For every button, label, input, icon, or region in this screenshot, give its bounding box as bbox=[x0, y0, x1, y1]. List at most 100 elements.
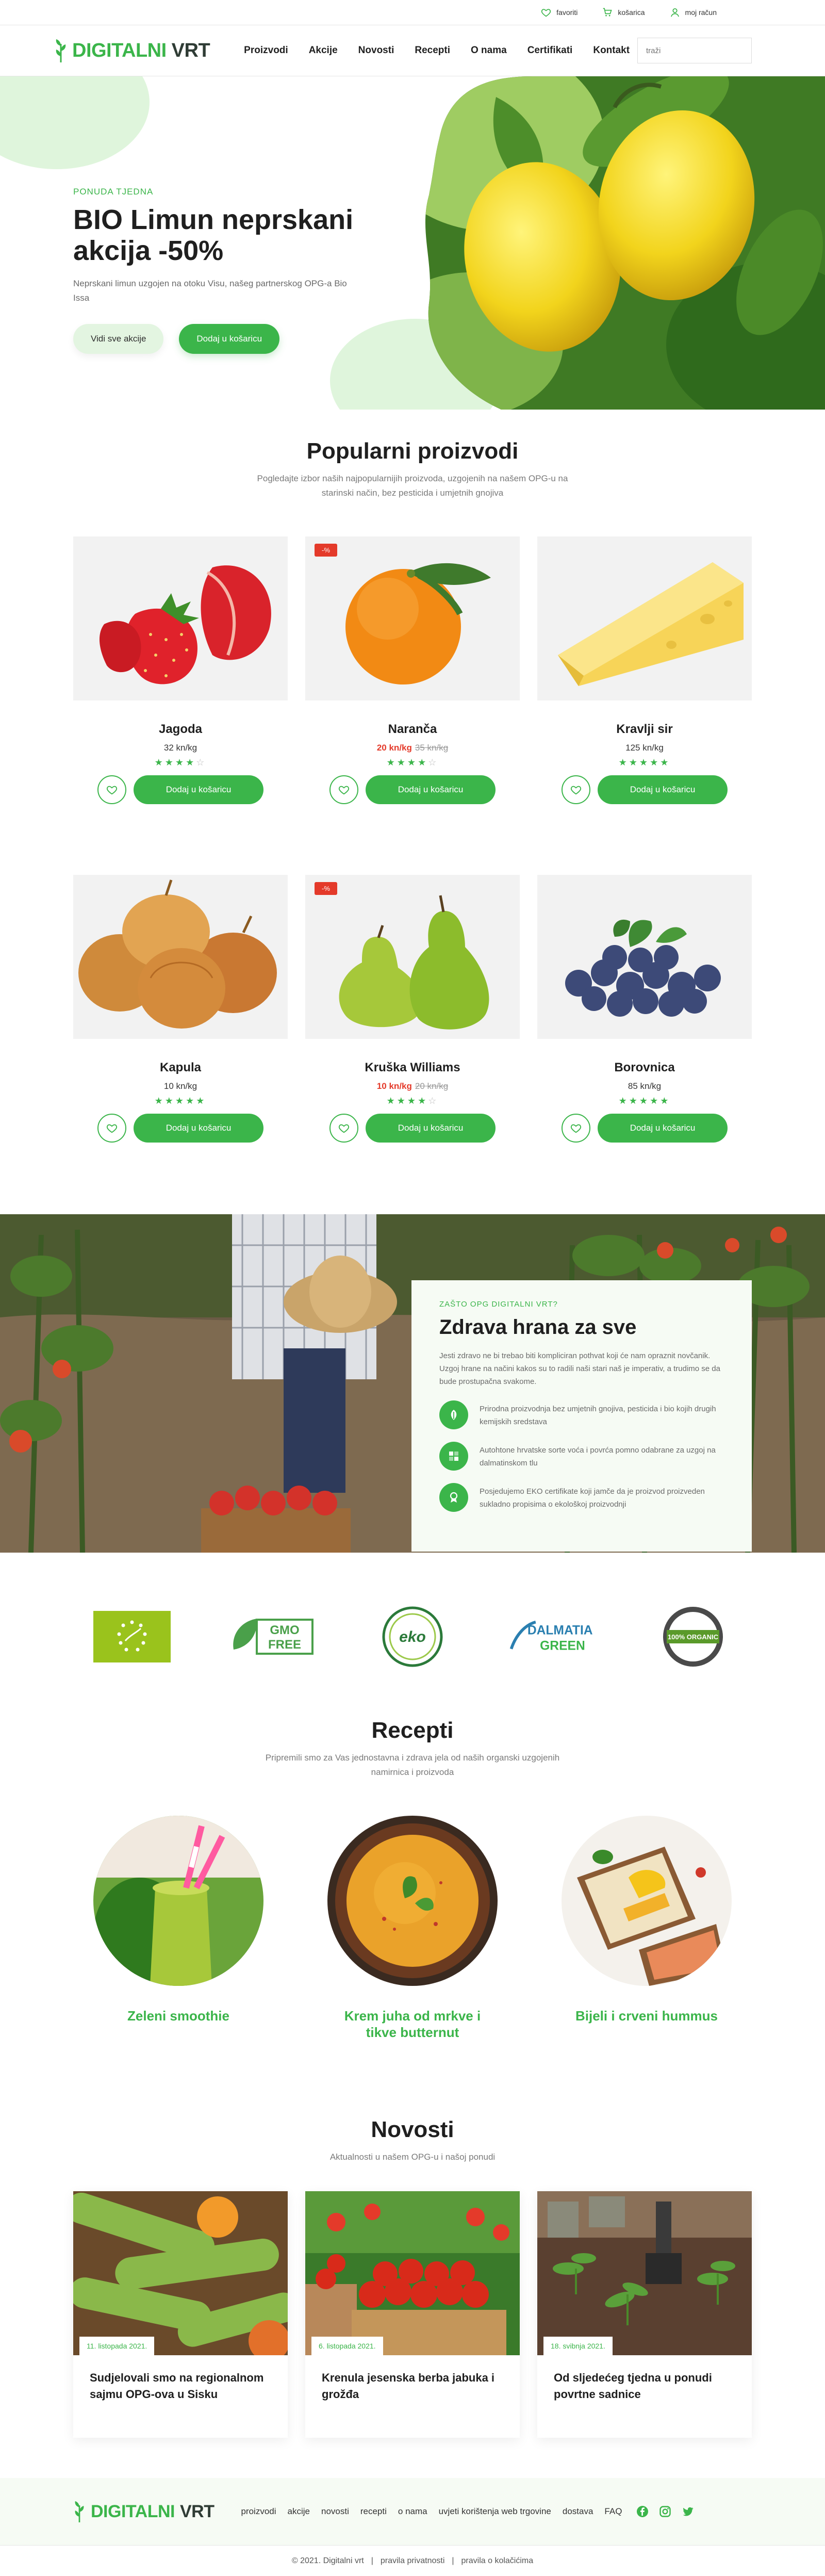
strawberry-image[interactable] bbox=[73, 536, 288, 700]
heart-icon bbox=[106, 1124, 118, 1133]
news-title-link[interactable]: Od sljedećeg tjedna u ponudi povrtne sad… bbox=[537, 2355, 752, 2417]
recipe-name[interactable]: Zeleni smoothie bbox=[93, 2008, 263, 2024]
hero-text: PONUDA TJEDNA BIO Limun neprskani akcija… bbox=[73, 187, 383, 354]
footer-link-dostava[interactable]: dostava bbox=[563, 2506, 593, 2517]
product-name[interactable]: Jagoda bbox=[73, 722, 288, 737]
eko-text: eko bbox=[399, 1628, 426, 1645]
free-text: FREE bbox=[268, 1638, 301, 1652]
products-subtitle: Pogledajte izbor naših najpopularnijih p… bbox=[257, 474, 568, 498]
social-links bbox=[636, 2505, 694, 2518]
cart-link[interactable]: košarica bbox=[602, 7, 645, 18]
news-title-link[interactable]: Sudjelovali smo na regionalnom sajmu OPG… bbox=[73, 2355, 288, 2417]
news-date: 6. listopada 2021. bbox=[311, 2337, 383, 2355]
wishlist-button[interactable] bbox=[562, 775, 590, 804]
smoothie-image[interactable] bbox=[93, 1816, 263, 1986]
star-icon: ★ bbox=[386, 1096, 397, 1106]
nav-novosti[interactable]: Novosti bbox=[358, 45, 394, 56]
gmo-free-logo[interactable]: GMO FREE bbox=[226, 1606, 319, 1668]
dalmatia-green-logo[interactable]: DALMATIA GREEN bbox=[506, 1606, 599, 1668]
product-price: 10 kn/kg bbox=[73, 1081, 288, 1091]
leaf-logo-icon bbox=[75, 2501, 84, 2522]
add-to-cart-button[interactable]: Dodaj u košaricu bbox=[134, 775, 263, 804]
news-card[interactable]: 6. listopada 2021. Krenula jesenska berb… bbox=[305, 2191, 520, 2438]
footer-link-faq[interactable]: FAQ bbox=[604, 2506, 622, 2517]
footer-link-o-nama[interactable]: o nama bbox=[398, 2506, 427, 2517]
twitter-icon[interactable] bbox=[682, 2505, 694, 2518]
facebook-icon[interactable] bbox=[636, 2505, 649, 2518]
product-name[interactable]: Naranča bbox=[305, 722, 520, 737]
product-price: 32 kn/kg bbox=[73, 743, 288, 753]
instagram-icon[interactable] bbox=[659, 2505, 671, 2518]
wishlist-button[interactable] bbox=[562, 1114, 590, 1143]
add-to-cart-button[interactable]: Dodaj u košaricu bbox=[598, 1114, 728, 1143]
seedlings-image[interactable]: 18. svibnja 2021. bbox=[537, 2191, 752, 2355]
nav-akcije[interactable]: Akcije bbox=[309, 45, 338, 56]
privacy-link[interactable]: pravila privatnosti bbox=[381, 2556, 445, 2566]
favorites-link[interactable]: favoriti bbox=[541, 7, 578, 18]
recipe-item[interactable]: Zeleni smoothie bbox=[93, 1816, 263, 2041]
account-link[interactable]: moj račun bbox=[670, 7, 717, 18]
add-to-cart-button[interactable]: Dodaj u košaricu bbox=[366, 775, 496, 804]
price-value: 32 kn/kg bbox=[163, 743, 197, 753]
star-icon: ★ bbox=[629, 757, 639, 768]
recipe-item[interactable]: Bijeli i crveni hummus bbox=[562, 1816, 732, 2041]
nav-kontakt[interactable]: Kontakt bbox=[593, 45, 630, 56]
feature-text: Autohtone hrvatske sorte voća i povrća p… bbox=[480, 1446, 716, 1468]
product-name[interactable]: Kapula bbox=[73, 1061, 288, 1075]
orange-image[interactable]: -% bbox=[305, 536, 520, 700]
product-name[interactable]: Kruška Williams bbox=[305, 1061, 520, 1075]
add-to-cart-button[interactable]: Dodaj u košaricu bbox=[134, 1114, 263, 1143]
price-discounted: 20 kn/kg bbox=[376, 743, 412, 753]
footer-logo[interactable]: DIGITALNI VRT bbox=[73, 2501, 214, 2522]
product-name[interactable]: Kravlji sir bbox=[537, 722, 752, 737]
nav-recepti[interactable]: Recepti bbox=[415, 45, 450, 56]
nav-certifikati[interactable]: Certifikati bbox=[527, 45, 573, 56]
footer-link-recepti[interactable]: recepti bbox=[360, 2506, 387, 2517]
star-icon: ★ bbox=[407, 1096, 418, 1106]
news-title-link[interactable]: Krenula jesenska berba jabuka i grožđa bbox=[305, 2355, 520, 2417]
soup-image[interactable] bbox=[327, 1816, 498, 1986]
rating-stars: ★★★★★ bbox=[537, 1096, 752, 1106]
recipe-item[interactable]: Krem juha od mrkve i tikve butternut bbox=[327, 1816, 498, 2041]
star-icon: ★ bbox=[196, 1096, 207, 1106]
news-card[interactable]: 11. listopada 2021. Sudjelovali smo na r… bbox=[73, 2191, 288, 2438]
apples-image[interactable]: 6. listopada 2021. bbox=[305, 2191, 520, 2355]
search-input[interactable] bbox=[646, 46, 749, 55]
footer-link-akcije[interactable]: akcije bbox=[288, 2506, 310, 2517]
organic-100-logo[interactable]: 100% ORGANIC bbox=[647, 1606, 739, 1668]
favorites-label: favoriti bbox=[556, 8, 578, 17]
nav-o-nama[interactable]: O nama bbox=[471, 45, 507, 56]
add-to-cart-button[interactable]: Dodaj u košaricu bbox=[366, 1114, 496, 1143]
star-icon: ★ bbox=[660, 757, 671, 768]
news-card[interactable]: 18. svibnja 2021. Od sljedećeg tjedna u … bbox=[537, 2191, 752, 2438]
eu-organic-logo[interactable] bbox=[86, 1606, 178, 1668]
rating-stars: ★★★★☆ bbox=[305, 757, 520, 768]
nav-proizvodi[interactable]: Proizvodi bbox=[244, 45, 288, 56]
onion-image[interactable] bbox=[73, 875, 288, 1039]
blueberry-image[interactable] bbox=[537, 875, 752, 1039]
recipe-name[interactable]: Krem juha od mrkve i tikve butternut bbox=[327, 2008, 498, 2041]
eko-logo[interactable]: eko bbox=[366, 1606, 459, 1668]
add-to-cart-button[interactable]: Dodaj u košaricu bbox=[598, 775, 728, 804]
gmo-text: GMO bbox=[270, 1623, 299, 1637]
site-logo[interactable]: DIGITALNI VRT bbox=[55, 39, 210, 62]
zucchini-image[interactable]: 11. listopada 2021. bbox=[73, 2191, 288, 2355]
footer-link-uvjeti[interactable]: uvjeti korištenja web trgovine bbox=[439, 2506, 551, 2517]
logo-text-digitalni: DIGITALNI bbox=[91, 2501, 175, 2521]
hero-add-to-cart-button[interactable]: Dodaj u košaricu bbox=[179, 324, 280, 354]
wishlist-button[interactable] bbox=[329, 775, 358, 804]
pear-image[interactable]: -% bbox=[305, 875, 520, 1039]
product-name[interactable]: Borovnica bbox=[537, 1061, 752, 1075]
see-all-deals-button[interactable]: Vidi sve akcije bbox=[73, 324, 164, 354]
recipe-name[interactable]: Bijeli i crveni hummus bbox=[562, 2008, 732, 2024]
footer-link-proizvodi[interactable]: proizvodi bbox=[241, 2506, 276, 2517]
price-original: 35 kn/kg bbox=[415, 743, 449, 753]
cookies-link[interactable]: pravila o kolačićima bbox=[461, 2556, 534, 2566]
hero-banner: PONUDA TJEDNA BIO Limun neprskani akcija… bbox=[0, 76, 825, 410]
wishlist-button[interactable] bbox=[97, 775, 126, 804]
hummus-image[interactable] bbox=[562, 1816, 732, 1986]
footer-link-novosti[interactable]: novosti bbox=[321, 2506, 349, 2517]
cheese-image[interactable] bbox=[537, 536, 752, 700]
wishlist-button[interactable] bbox=[97, 1114, 126, 1143]
wishlist-button[interactable] bbox=[329, 1114, 358, 1143]
